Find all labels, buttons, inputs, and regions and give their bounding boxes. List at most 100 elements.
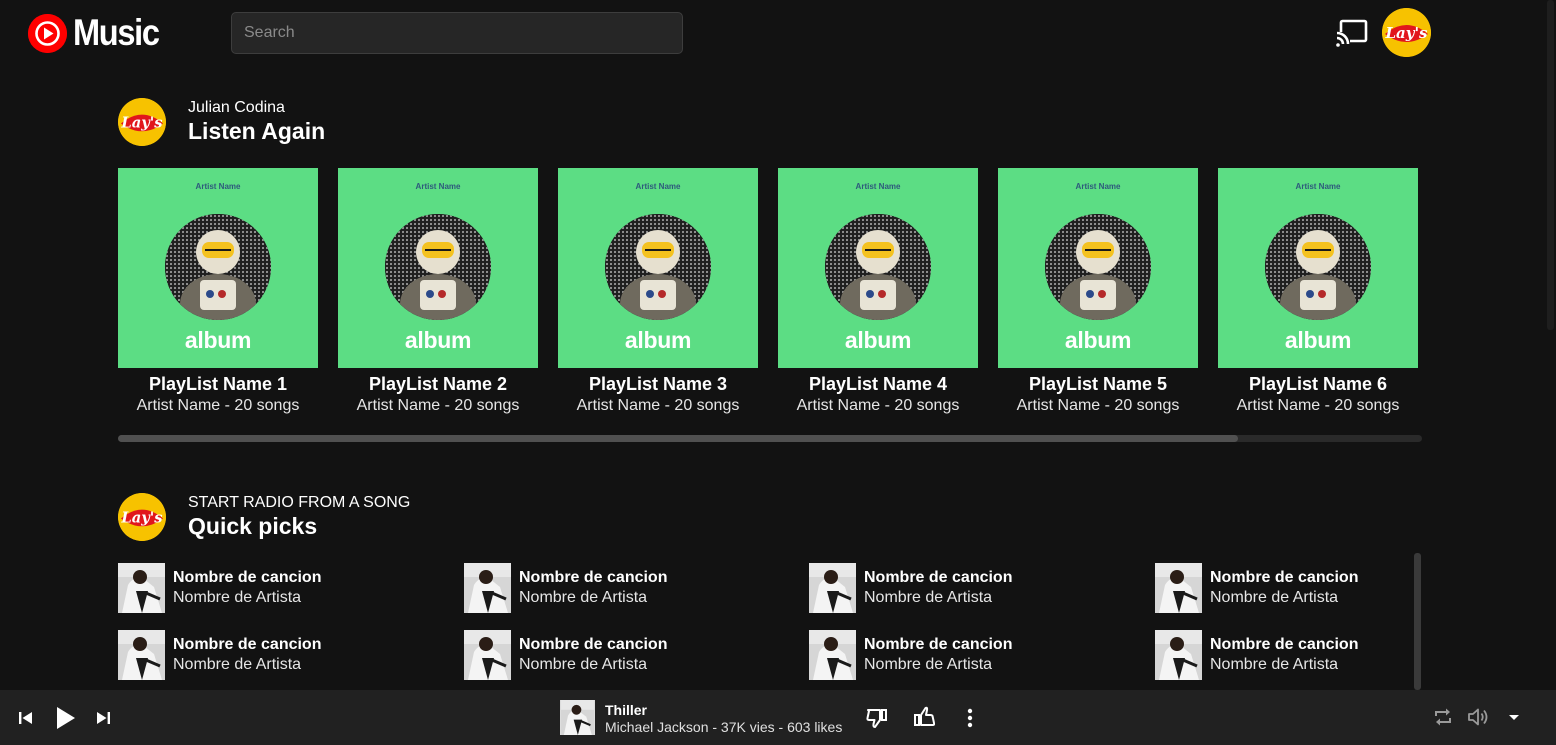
playlist-card[interactable]: Artist Name album PlayList Name 4 Artist… — [778, 168, 978, 416]
playlist-title[interactable]: PlayList Name 1 — [118, 374, 318, 394]
astronaut-artwork-icon — [385, 214, 491, 320]
youtube-music-logo[interactable]: Music — [28, 12, 170, 54]
listen-again-carousel: Artist Name album PlayList Name 1 Artist… — [118, 168, 1418, 416]
cover-album-word: album — [184, 327, 252, 353]
cover-album-word: album — [404, 327, 472, 353]
playlist-title[interactable]: PlayList Name 6 — [1218, 374, 1418, 394]
skip-next-icon[interactable] — [94, 709, 112, 727]
lays-logo-icon: Lay's — [118, 493, 166, 541]
astronaut-artwork-icon — [605, 214, 711, 320]
volume-icon[interactable] — [1466, 706, 1492, 728]
play-icon[interactable] — [54, 705, 78, 730]
svg-text:Lay's: Lay's — [120, 114, 162, 131]
page-scrollbar-thumb[interactable] — [1547, 0, 1554, 330]
section-title-quick-picks: Quick picks — [188, 513, 318, 539]
song-thumbnail[interactable] — [118, 630, 165, 680]
lays-logo-icon: Lay's — [1382, 8, 1431, 57]
song-artist: Nombre de Artista — [1210, 589, 1339, 606]
playlist-subtitle: Artist Name - 20 songs — [1016, 397, 1180, 414]
section-title-listen-again: Listen Again — [188, 118, 326, 144]
song-title: Nombre de cancion — [864, 569, 1013, 586]
cover-album-word: album — [1064, 327, 1132, 353]
carousel-scrollbar-thumb[interactable] — [118, 435, 1238, 442]
quick-picks-header: Lay's START RADIO FROM A SONG Quick pick… — [118, 493, 410, 541]
album-cover[interactable]: Artist Name album — [118, 168, 318, 368]
song-artist: Nombre de Artista — [1210, 656, 1339, 673]
cover-album-word: album — [844, 327, 912, 353]
song-thumbnail[interactable] — [464, 563, 511, 613]
song-list-item[interactable]: Nombre de cancion Nombre de Artista — [809, 630, 1012, 680]
album-cover[interactable]: Artist Name album — [998, 168, 1198, 368]
carousel-scrollbar[interactable] — [118, 435, 1422, 442]
thumbs-down-icon[interactable] — [865, 706, 889, 730]
user-avatar[interactable]: Lay's — [118, 98, 166, 146]
song-title: Nombre de cancion — [864, 636, 1013, 653]
player-bar: Thiller Michael Jackson - 37K vies - 603… — [0, 690, 1556, 745]
album-cover[interactable]: Artist Name album — [558, 168, 758, 368]
song-list-item[interactable]: Nombre de cancion Nombre de Artista — [809, 563, 1012, 613]
cover-artist-label: Artist Name — [195, 182, 241, 191]
song-thumbnail[interactable] — [464, 630, 511, 680]
playlist-card[interactable]: Artist Name album PlayList Name 5 Artist… — [998, 168, 1198, 416]
song-list-item[interactable]: Nombre de cancion Nombre de Artista — [464, 630, 667, 680]
playlist-title[interactable]: PlayList Name 4 — [778, 374, 978, 394]
user-avatar[interactable]: Lay's — [118, 493, 166, 541]
playlist-subtitle: Artist Name - 20 songs — [576, 397, 740, 414]
song-thumbnail[interactable] — [809, 563, 856, 613]
cover-album-word: album — [1284, 327, 1352, 353]
expand-icon[interactable] — [1506, 711, 1522, 723]
song-artist: Nombre de Artista — [173, 656, 302, 673]
astronaut-artwork-icon — [165, 214, 271, 320]
song-artist: Nombre de Artista — [519, 656, 648, 673]
album-cover[interactable]: Artist Name album — [778, 168, 978, 368]
song-thumbnail[interactable] — [118, 563, 165, 613]
now-playing-thumbnail[interactable] — [560, 700, 595, 735]
playlist-subtitle: Artist Name - 20 songs — [356, 397, 520, 414]
cover-artist-label: Artist Name — [855, 182, 901, 191]
song-title: Nombre de cancion — [173, 636, 322, 653]
song-thumbnail[interactable] — [1155, 630, 1202, 680]
search-input[interactable] — [231, 12, 683, 54]
song-list-item[interactable]: Nombre de cancion Nombre de Artista — [464, 563, 667, 613]
playlist-subtitle: Artist Name - 20 songs — [796, 397, 960, 414]
logo-play-icon — [28, 13, 67, 53]
playlist-subtitle: Artist Name - 20 songs — [136, 397, 300, 414]
song-list-item[interactable]: Nombre de cancion Nombre de Artista — [1155, 563, 1358, 613]
astronaut-artwork-icon — [825, 214, 931, 320]
song-list-item[interactable]: Nombre de cancion Nombre de Artista — [118, 563, 321, 613]
playlist-card[interactable]: Artist Name album PlayList Name 3 Artist… — [558, 168, 758, 416]
page-scrollbar[interactable] — [1545, 0, 1556, 690]
album-cover[interactable]: Artist Name album — [338, 168, 538, 368]
top-bar: Music Lay's — [0, 0, 1545, 66]
lays-logo-icon: Lay's — [118, 98, 166, 146]
album-cover[interactable]: Artist Name album — [1218, 168, 1418, 368]
song-title: Nombre de cancion — [1210, 569, 1359, 586]
astronaut-artwork-icon — [1045, 214, 1151, 320]
song-title: Nombre de cancion — [173, 569, 322, 586]
repeat-icon[interactable] — [1431, 706, 1455, 728]
song-title: Nombre de cancion — [1210, 636, 1359, 653]
song-thumbnail[interactable] — [809, 630, 856, 680]
playlist-card[interactable]: Artist Name album PlayList Name 6 Artist… — [1218, 168, 1418, 416]
account-avatar[interactable]: Lay's — [1382, 8, 1431, 57]
astronaut-artwork-icon — [1265, 214, 1371, 320]
cast-icon[interactable] — [1336, 19, 1368, 47]
cover-artist-label: Artist Name — [1295, 182, 1341, 191]
song-artist: Nombre de Artista — [864, 589, 993, 606]
thumbs-up-icon[interactable] — [912, 705, 936, 729]
playlist-title[interactable]: PlayList Name 2 — [338, 374, 538, 394]
playlist-card[interactable]: Artist Name album PlayList Name 1 Artist… — [118, 168, 318, 416]
song-list-item[interactable]: Nombre de cancion Nombre de Artista — [1155, 630, 1358, 680]
song-title: Nombre de cancion — [519, 569, 668, 586]
song-thumbnail[interactable] — [1155, 563, 1202, 613]
now-playing-title[interactable]: Thiller — [605, 702, 647, 718]
playlist-card[interactable]: Artist Name album PlayList Name 2 Artist… — [338, 168, 538, 416]
cover-artist-label: Artist Name — [1075, 182, 1121, 191]
song-artist: Nombre de Artista — [173, 589, 302, 606]
quick-picks-scrollbar[interactable] — [1414, 553, 1421, 690]
more-vert-icon[interactable] — [961, 707, 979, 729]
song-list-item[interactable]: Nombre de cancion Nombre de Artista — [118, 630, 321, 680]
skip-previous-icon[interactable] — [17, 709, 35, 727]
playlist-title[interactable]: PlayList Name 5 — [998, 374, 1198, 394]
playlist-title[interactable]: PlayList Name 3 — [558, 374, 758, 394]
